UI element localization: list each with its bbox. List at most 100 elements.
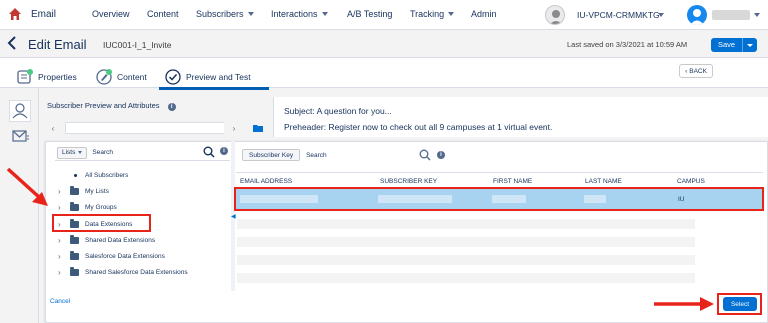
back-button[interactable]: ‹ BACK xyxy=(679,64,713,78)
browse-folder-button[interactable] xyxy=(248,120,268,136)
info-icon[interactable]: i xyxy=(167,103,176,111)
tree-item-salesforce-data-extensions[interactable]: › Salesforce Data Extensions xyxy=(58,250,165,261)
nav-admin[interactable]: Admin xyxy=(471,9,497,19)
folder-icon xyxy=(70,201,79,211)
subscriber-panel-header: Subscriber Preview and Attributes i xyxy=(39,97,270,115)
table-row-placeholder xyxy=(237,255,695,265)
folder-icon xyxy=(70,250,79,260)
subject-label: Subject: xyxy=(284,106,315,116)
business-unit-avatar[interactable] xyxy=(545,5,565,25)
info-icon[interactable]: i xyxy=(220,147,228,155)
subject-value: A question for you... xyxy=(316,106,392,116)
cancel-link[interactable]: Cancel xyxy=(50,298,70,305)
collapse-left-icon[interactable]: ◀ xyxy=(231,213,236,220)
preheader-line: Preheader: Register now to check out all… xyxy=(284,122,552,132)
subscriber-search-input[interactable]: Search xyxy=(306,152,327,159)
chevron-right-icon[interactable]: › xyxy=(58,236,70,245)
back-chevron-icon[interactable] xyxy=(6,35,18,51)
email-preview-header: Subject: A question for you... Preheader… xyxy=(273,97,768,137)
app-name[interactable]: Email xyxy=(31,9,56,20)
chevron-down-icon[interactable] xyxy=(754,13,760,17)
search-icon[interactable] xyxy=(203,146,215,158)
pencil-icon xyxy=(96,68,112,85)
nav-overview[interactable]: Overview xyxy=(92,9,130,19)
save-menu-toggle[interactable] xyxy=(743,43,757,47)
last-saved-text: Last saved on 3/3/2021 at 10:59 AM xyxy=(567,40,688,49)
nav-content[interactable]: Content xyxy=(147,9,179,19)
subscriber-key-filter-button[interactable]: Subscriber Key xyxy=(242,149,301,161)
previous-subscriber-button[interactable]: ‹ xyxy=(43,120,63,136)
column-header-email-address[interactable]: EMAIL ADDRESS xyxy=(240,178,292,185)
chevron-down-icon xyxy=(321,12,328,16)
search-icon[interactable] xyxy=(419,149,431,161)
checkmark-circle-icon xyxy=(165,68,181,85)
table-row-placeholder xyxy=(237,273,695,283)
tab-label: Properties xyxy=(38,71,77,82)
table-row-placeholder xyxy=(237,237,695,247)
chevron-right-icon: › xyxy=(232,123,236,133)
chevron-down-icon[interactable] xyxy=(658,13,664,17)
tab-properties[interactable]: Properties xyxy=(17,64,77,89)
business-unit-name[interactable]: IU-VPCM-CRMMKTG xyxy=(577,10,660,20)
divider xyxy=(55,160,230,161)
annotation-highlight-select-button xyxy=(717,293,762,315)
annotation-highlight-selected-row xyxy=(234,187,764,211)
back-button-label: BACK xyxy=(689,67,707,75)
nav-interactions[interactable]: Interactions xyxy=(271,9,328,19)
tree-item-all-subscribers[interactable]: All Subscribers xyxy=(58,170,128,180)
nav-tracking[interactable]: Tracking xyxy=(410,9,455,19)
chevron-right-icon[interactable]: › xyxy=(58,187,70,196)
top-navigation: Email Overview Content Subscribers Inter… xyxy=(0,0,768,30)
user-avatar[interactable] xyxy=(687,5,707,25)
chevron-right-icon[interactable]: › xyxy=(58,268,70,277)
person-outline-icon xyxy=(12,103,28,119)
lists-filter-dropdown[interactable]: Lists xyxy=(57,146,88,159)
email-test-icon[interactable] xyxy=(12,128,30,144)
subject-line: Subject: A question for you... xyxy=(284,106,392,116)
column-header-subscriber-key[interactable]: SUBSCRIBER KEY xyxy=(380,178,437,185)
subscriber-panel-title: Subscriber Preview and Attributes i xyxy=(47,101,176,111)
tab-content[interactable]: Content xyxy=(96,64,147,89)
column-header-campus[interactable]: CAMPUS xyxy=(677,178,705,185)
user-name-redacted xyxy=(712,10,750,20)
user-icon xyxy=(690,9,704,25)
annotation-highlight-data-extensions xyxy=(52,214,151,232)
chevron-down-icon xyxy=(78,151,83,154)
chevron-right-icon[interactable]: › xyxy=(58,203,70,212)
email-identifier: IUC001-I_1_Invite xyxy=(103,40,172,50)
chevron-right-icon[interactable]: › xyxy=(58,252,70,261)
subscriber-selector-bar: ‹ › xyxy=(43,120,271,136)
properties-icon xyxy=(17,68,33,85)
info-icon[interactable]: i xyxy=(437,151,445,159)
column-header-last-name[interactable]: LAST NAME xyxy=(585,178,622,185)
tree-item-my-groups[interactable]: › My Groups xyxy=(58,201,117,212)
subscriber-field[interactable] xyxy=(65,122,243,134)
tree-item-shared-data-extensions[interactable]: › Shared Data Extensions xyxy=(58,234,155,245)
nav-ab-testing[interactable]: A/B Testing xyxy=(347,9,392,19)
bullet-icon xyxy=(74,173,77,177)
lists-search-bar: Lists Search xyxy=(57,146,217,159)
annotation-arrow-icon xyxy=(6,167,48,206)
chevron-down-icon xyxy=(448,12,455,16)
divider xyxy=(236,172,763,173)
next-subscriber-button[interactable]: › xyxy=(224,120,244,136)
nav-subscribers[interactable]: Subscribers xyxy=(196,9,254,19)
save-button[interactable]: Save xyxy=(711,38,757,52)
column-header-first-name[interactable]: FIRST NAME xyxy=(493,178,532,185)
tree-item-my-lists[interactable]: › My Lists xyxy=(58,185,109,196)
editor-tabs: Properties Content Preview and Test xyxy=(0,57,768,90)
folder-icon xyxy=(70,185,79,195)
annotation-arrow-icon xyxy=(654,297,714,311)
tree-search-input[interactable]: Search xyxy=(92,149,113,156)
subscriber-picker-modal xyxy=(45,141,768,323)
tab-label: Content xyxy=(117,71,147,82)
subscriber-preview-rail-button[interactable] xyxy=(9,100,31,122)
folder-icon xyxy=(70,266,79,276)
preheader-value: Register now to check out all 9 campuses… xyxy=(328,122,553,132)
folder-icon xyxy=(253,125,263,132)
chevron-left-icon: ‹ xyxy=(51,123,55,133)
tab-preview-and-test[interactable]: Preview and Test xyxy=(159,64,269,90)
tab-label: Preview and Test xyxy=(186,71,251,82)
tree-item-shared-salesforce-data-extensions[interactable]: › Shared Salesforce Data Extensions xyxy=(58,266,188,277)
home-icon[interactable] xyxy=(8,7,22,21)
